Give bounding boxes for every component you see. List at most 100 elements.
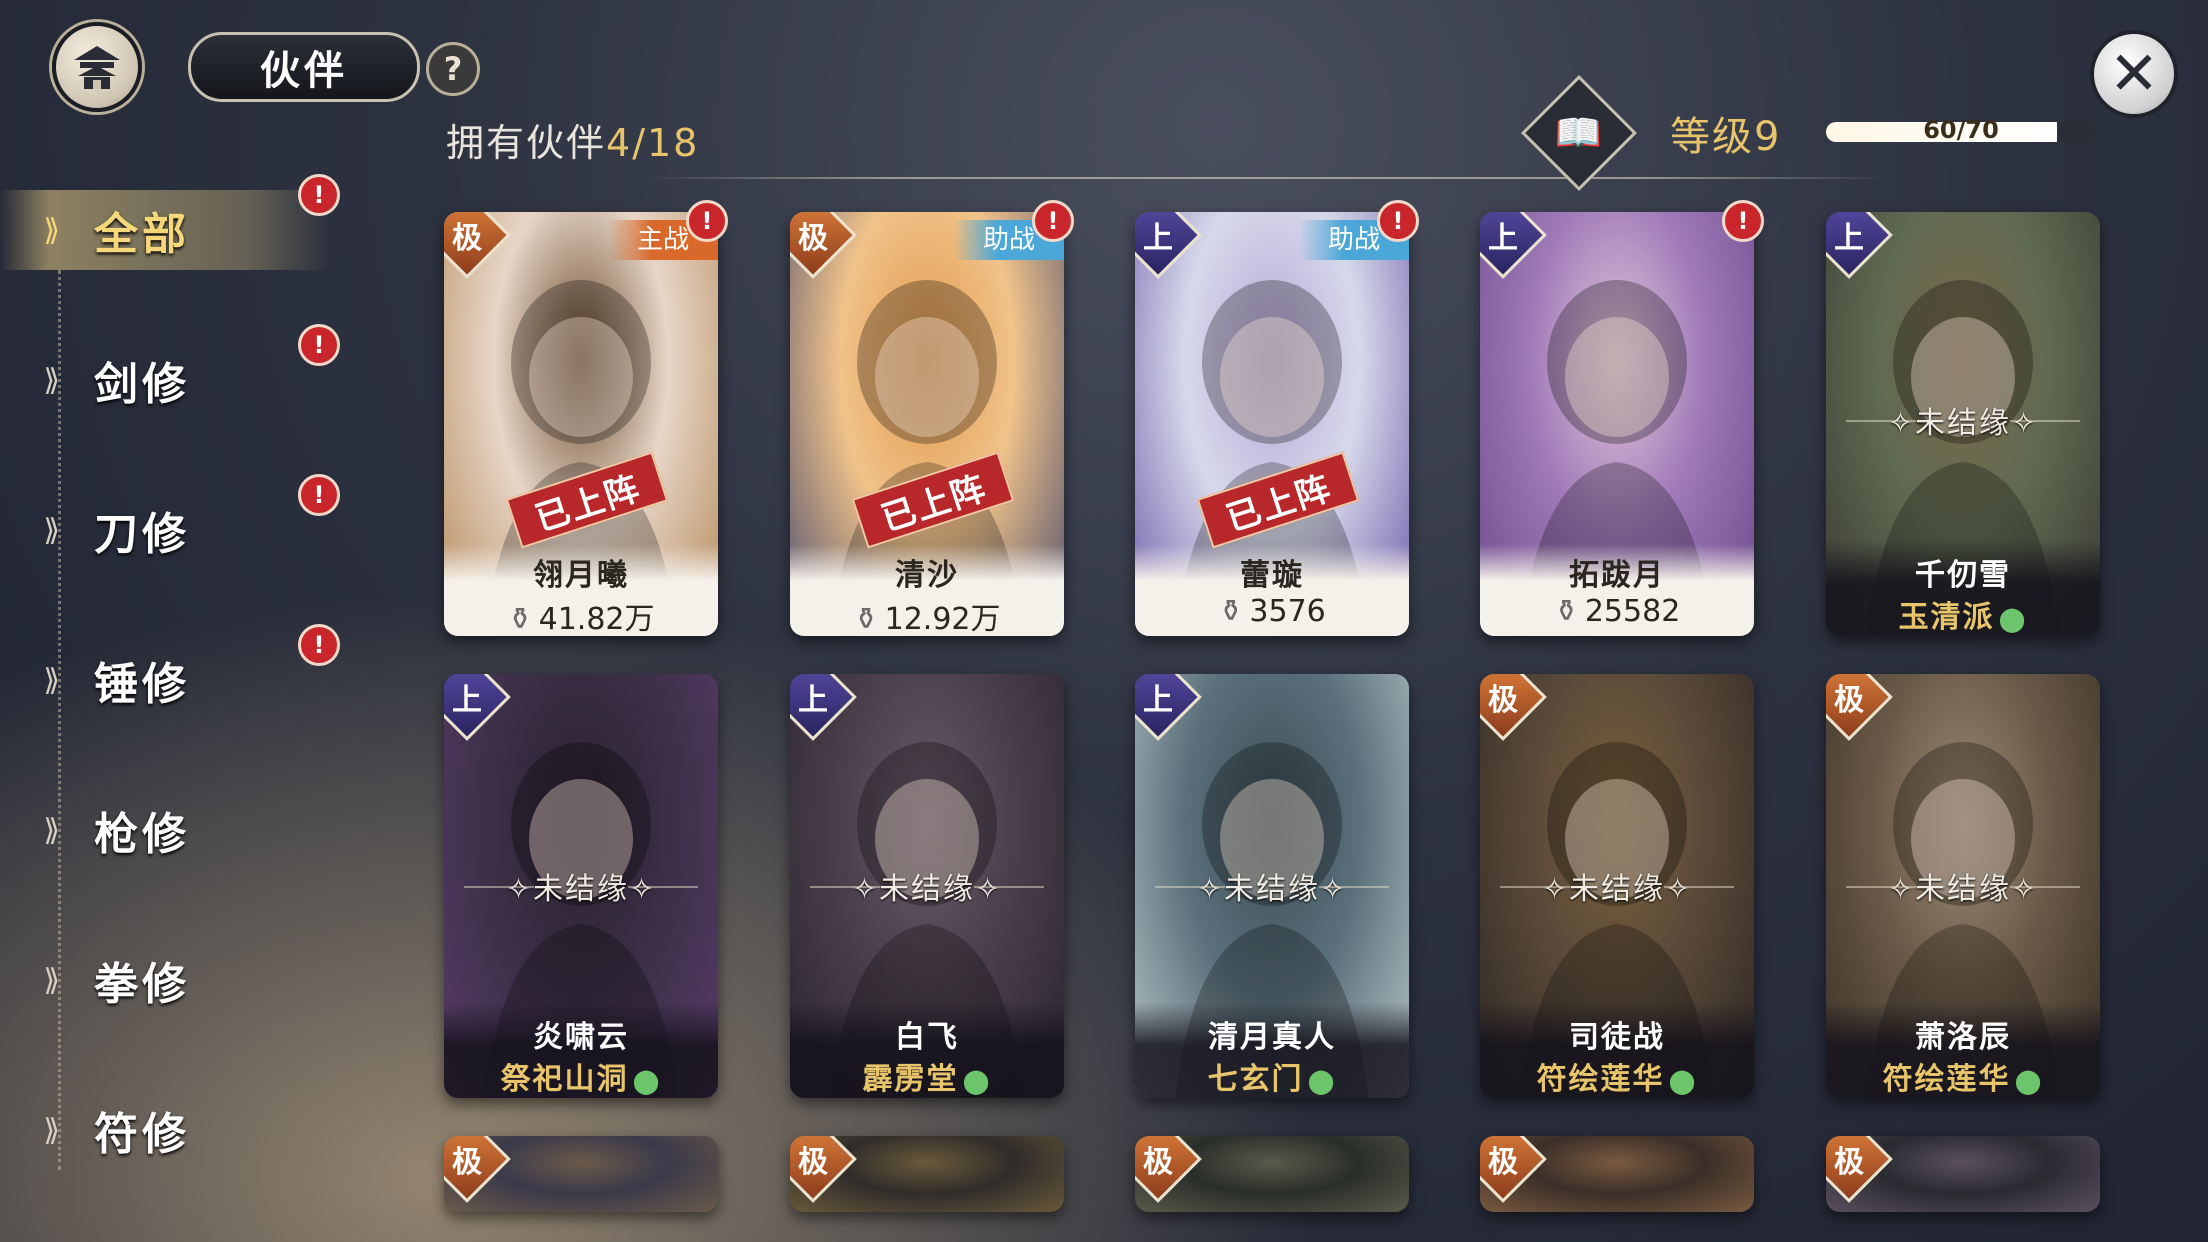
map-pin-icon: ⬤ xyxy=(1307,1067,1337,1095)
chevron-right-icon: ⟫ xyxy=(43,362,60,398)
companion-card[interactable]: 上拓跋月 ⚱ 25582 xyxy=(1480,212,1754,636)
alert-badge: ! xyxy=(1032,200,1074,242)
companion-info: 清沙 ⚱ 12.92万 xyxy=(790,544,1064,636)
sidebar-item-label: 全部 xyxy=(94,209,190,260)
companion-card[interactable]: 上 ✧未结缘✧ 炎啸云 祭祀山洞 ⬤ xyxy=(444,674,718,1098)
location-text: 符绘莲华 xyxy=(1882,1062,2011,1097)
unbound-label: ✧未结缘✧ xyxy=(790,864,1064,908)
close-button[interactable]: ✕ xyxy=(2090,30,2178,118)
sidebar-item-0[interactable]: ⟫ 全部 xyxy=(0,190,330,270)
companion-name: 蕾璇 xyxy=(1240,558,1304,593)
sidebar-item-label: 剑修 xyxy=(94,359,190,410)
companion-card[interactable]: 极助战 已上阵 清沙 ⚱ 12.92万 xyxy=(790,212,1064,636)
companion-location: 七玄门 ⬤ xyxy=(1135,1054,1409,1098)
power-icon: ⚱ xyxy=(1553,594,1579,629)
companion-power: ⚱ 25582 xyxy=(1480,594,1754,629)
power-value: 41.82万 xyxy=(538,602,655,636)
companion-name: 清沙 xyxy=(895,558,959,593)
owned-companions-count: 拥有伙伴4/18 xyxy=(446,112,699,167)
codex-button[interactable]: 📖 xyxy=(1521,75,1637,191)
companion-name: 司徒战 xyxy=(1569,1020,1665,1055)
level-label: 等级9 xyxy=(1670,114,1782,160)
unbound-label: ✧未结缘✧ xyxy=(1480,864,1754,908)
companion-info: 白飞 霹雳堂 ⬤ xyxy=(790,1002,1064,1098)
chevron-right-icon: ⟫ xyxy=(43,1112,60,1148)
companion-power: ⚱ 12.92万 xyxy=(790,594,1064,636)
unbound-label: ✧未结缘✧ xyxy=(1135,864,1409,908)
companion-info: 清月真人 七玄门 ⬤ xyxy=(1135,1002,1409,1098)
location-text: 七玄门 xyxy=(1207,1062,1304,1097)
companion-card[interactable]: 极 xyxy=(1480,1136,1754,1212)
companion-card[interactable]: 上 ✧未结缘✧ 清月真人 七玄门 ⬤ xyxy=(1135,674,1409,1098)
alert-badge: ! xyxy=(1377,200,1419,242)
companion-card[interactable]: 极 xyxy=(1135,1136,1409,1212)
companion-card[interactable]: 极 xyxy=(444,1136,718,1212)
companion-card[interactable]: 上 ✧未结缘✧ 千仞雪 玉清派 ⬤ xyxy=(1826,212,2100,636)
pavilion-icon xyxy=(74,46,120,89)
sidebar-item-2[interactable]: ⟫ 刀修 xyxy=(0,490,330,570)
alert-badge: ! xyxy=(1722,200,1764,242)
companion-name: 白飞 xyxy=(895,1020,959,1055)
map-pin-icon: ⬤ xyxy=(962,1067,992,1095)
xp-progress-text: 60/70 xyxy=(1923,116,1999,144)
alert-badge: ! xyxy=(298,324,340,366)
companion-card[interactable]: 上 ✧未结缘✧ 白飞 霹雳堂 ⬤ xyxy=(790,674,1064,1098)
map-pin-icon: ⬤ xyxy=(632,1067,662,1095)
power-value: 3576 xyxy=(1249,594,1326,629)
home-button[interactable] xyxy=(52,22,142,112)
companion-card[interactable]: 极 ✧未结缘✧ 司徒战 符绘莲华 ⬤ xyxy=(1480,674,1754,1098)
companion-info: 司徒战 符绘莲华 ⬤ xyxy=(1480,1002,1754,1098)
sidebar-item-5[interactable]: ⟫ 拳修 xyxy=(0,940,330,1020)
book-icon: 📖 xyxy=(1555,110,1603,155)
chevron-right-icon: ⟫ xyxy=(43,662,60,698)
companion-location: 玉清派 ⬤ xyxy=(1826,592,2100,636)
companion-location: 符绘莲华 ⬤ xyxy=(1480,1054,1754,1098)
chevron-right-icon: ⟫ xyxy=(43,812,60,848)
help-button[interactable]: ? xyxy=(426,42,480,96)
alert-badge: ! xyxy=(298,474,340,516)
companion-info: 蕾璇 ⚱ 3576 xyxy=(1135,544,1409,636)
companion-info: 萧洛辰 符绘莲华 ⬤ xyxy=(1826,1002,2100,1098)
companion-card[interactable]: 极 xyxy=(790,1136,1064,1212)
power-value: 12.92万 xyxy=(884,602,1001,636)
companion-name: 清月真人 xyxy=(1208,1020,1336,1055)
chevron-right-icon: ⟫ xyxy=(43,212,60,248)
companion-name: 炎啸云 xyxy=(533,1020,629,1055)
companion-card[interactable]: 上助战 已上阵 蕾璇 ⚱ 3576 xyxy=(1135,212,1409,636)
companion-power: ⚱ 3576 xyxy=(1135,594,1409,629)
companion-name: 萧洛辰 xyxy=(1915,1020,2011,1055)
unbound-label: ✧未结缘✧ xyxy=(1826,398,2100,442)
sidebar-item-3[interactable]: ⟫ 锤修 xyxy=(0,640,330,720)
sidebar-item-label: 刀修 xyxy=(94,509,190,560)
unbound-label: ✧未结缘✧ xyxy=(444,864,718,908)
unbound-label: ✧未结缘✧ xyxy=(1826,864,2100,908)
companion-card[interactable]: 极 xyxy=(1826,1136,2100,1212)
header-divider xyxy=(646,177,1886,179)
map-pin-icon: ⬤ xyxy=(1998,605,2028,633)
power-icon: ⚱ xyxy=(1218,594,1244,629)
sidebar-item-1[interactable]: ⟫ 剑修 xyxy=(0,340,330,420)
power-value: 25582 xyxy=(1584,594,1681,629)
companion-name: 千仞雪 xyxy=(1915,558,2011,593)
sidebar-item-label: 拳修 xyxy=(94,959,190,1010)
sidebar-item-4[interactable]: ⟫ 枪修 xyxy=(0,790,330,870)
companion-info: 炎啸云 祭祀山洞 ⬤ xyxy=(444,1002,718,1098)
companion-info: 翎月曦 ⚱ 41.82万 xyxy=(444,544,718,636)
companion-power: ⚱ 41.82万 xyxy=(444,594,718,636)
companion-info: 拓跋月 ⚱ 25582 xyxy=(1480,544,1754,636)
map-pin-icon: ⬤ xyxy=(1668,1067,1698,1095)
location-text: 符绘莲华 xyxy=(1536,1062,1665,1097)
owned-label: 拥有伙伴 xyxy=(446,121,607,165)
alert-badge: ! xyxy=(298,624,340,666)
sidebar-item-label: 枪修 xyxy=(94,809,190,860)
page-title: 伙伴 xyxy=(188,32,420,102)
companion-card[interactable]: 极主战 已上阵 翎月曦 ⚱ 41.82万 xyxy=(444,212,718,636)
owned-count: 4/18 xyxy=(606,121,700,165)
companion-location: 祭祀山洞 ⬤ xyxy=(444,1054,718,1098)
sidebar-item-6[interactable]: ⟫ 符修 xyxy=(0,1090,330,1170)
companion-card[interactable]: 极 ✧未结缘✧ 萧洛辰 符绘莲华 ⬤ xyxy=(1826,674,2100,1098)
sidebar-item-label: 符修 xyxy=(94,1109,190,1160)
companion-location: 霹雳堂 ⬤ xyxy=(790,1054,1064,1098)
companion-info: 千仞雪 玉清派 ⬤ xyxy=(1826,540,2100,636)
sidebar-item-label: 锤修 xyxy=(94,659,190,710)
